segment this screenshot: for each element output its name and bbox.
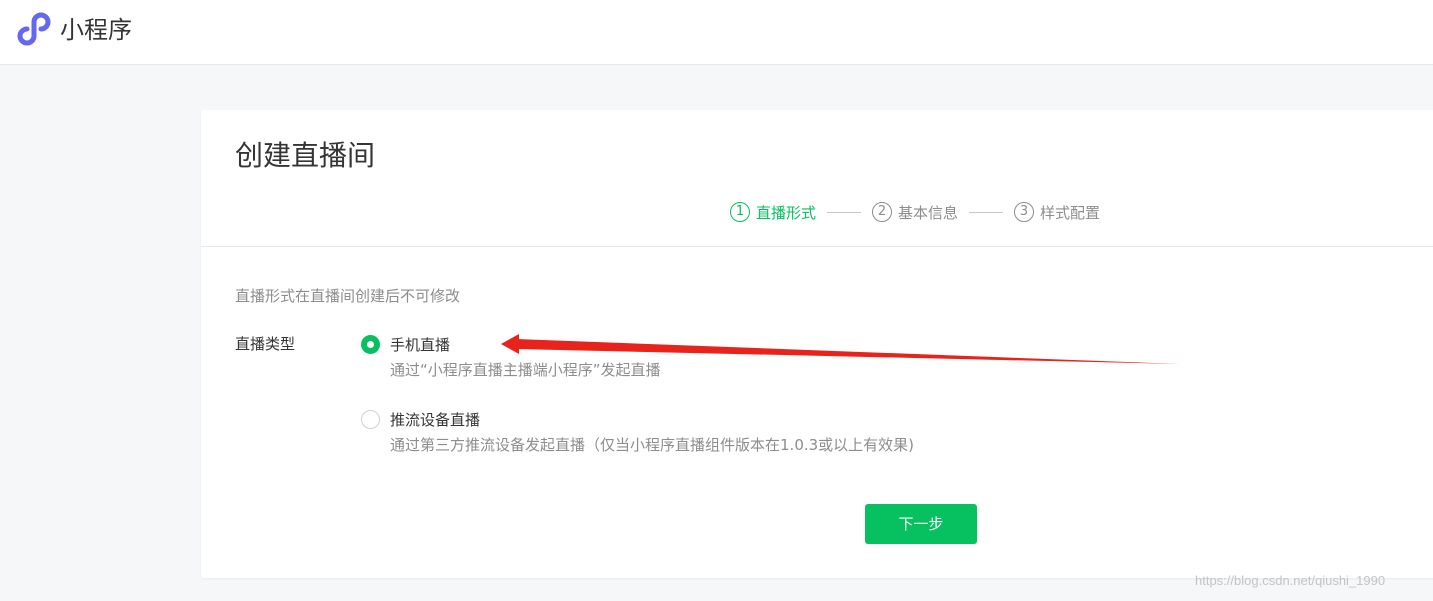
page-title: 创建直播间 bbox=[235, 139, 376, 172]
step-divider bbox=[827, 211, 862, 213]
step-number-1: 1 bbox=[730, 202, 750, 222]
live-type-label: 直播类型 bbox=[235, 335, 296, 353]
format-hint: 直播形式在直播间创建后不可修改 bbox=[235, 287, 461, 305]
step-label: 直播形式 bbox=[756, 203, 817, 222]
option-description: 通过“小程序直播主播端小程序”发起直播 bbox=[390, 361, 661, 379]
app-title[interactable]: 小程序 bbox=[60, 14, 132, 46]
watermark: https://blog.csdn.net/qiushi_1990 bbox=[1195, 573, 1386, 588]
card-header: 创建直播间 1 直播形式 2 基本信息 3 样式配置 bbox=[201, 110, 1433, 247]
step-indicator: 1 直播形式 2 基本信息 3 样式配置 bbox=[730, 200, 1100, 224]
step-divider bbox=[969, 211, 1004, 213]
next-step-button[interactable]: 下一步 bbox=[865, 504, 977, 544]
radio-push-device-live[interactable] bbox=[361, 410, 380, 429]
option-label[interactable]: 手机直播 bbox=[390, 334, 450, 356]
step-live-format: 1 直播形式 bbox=[730, 202, 816, 223]
step-number-3: 3 bbox=[1014, 202, 1035, 222]
step-label: 样式配置 bbox=[1040, 203, 1101, 222]
option-description: 通过第三方推流设备发起直播（仅当小程序直播组件版本在1.0.3或以上有效果) bbox=[390, 436, 915, 454]
step-style-config: 3 样式配置 bbox=[1014, 202, 1100, 223]
step-basic-info: 2 基本信息 bbox=[872, 202, 958, 223]
create-live-room-card: 创建直播间 1 直播形式 2 基本信息 3 样式配置 直播形式在直播间创建后不可… bbox=[201, 110, 1433, 578]
top-bar: 小程序 bbox=[0, 0, 1433, 65]
step-number-2: 2 bbox=[872, 202, 893, 222]
radio-mobile-live[interactable] bbox=[361, 335, 380, 354]
option-label[interactable]: 推流设备直播 bbox=[390, 409, 480, 431]
mini-program-logo-icon[interactable] bbox=[14, 12, 52, 48]
step-label: 基本信息 bbox=[898, 203, 959, 222]
